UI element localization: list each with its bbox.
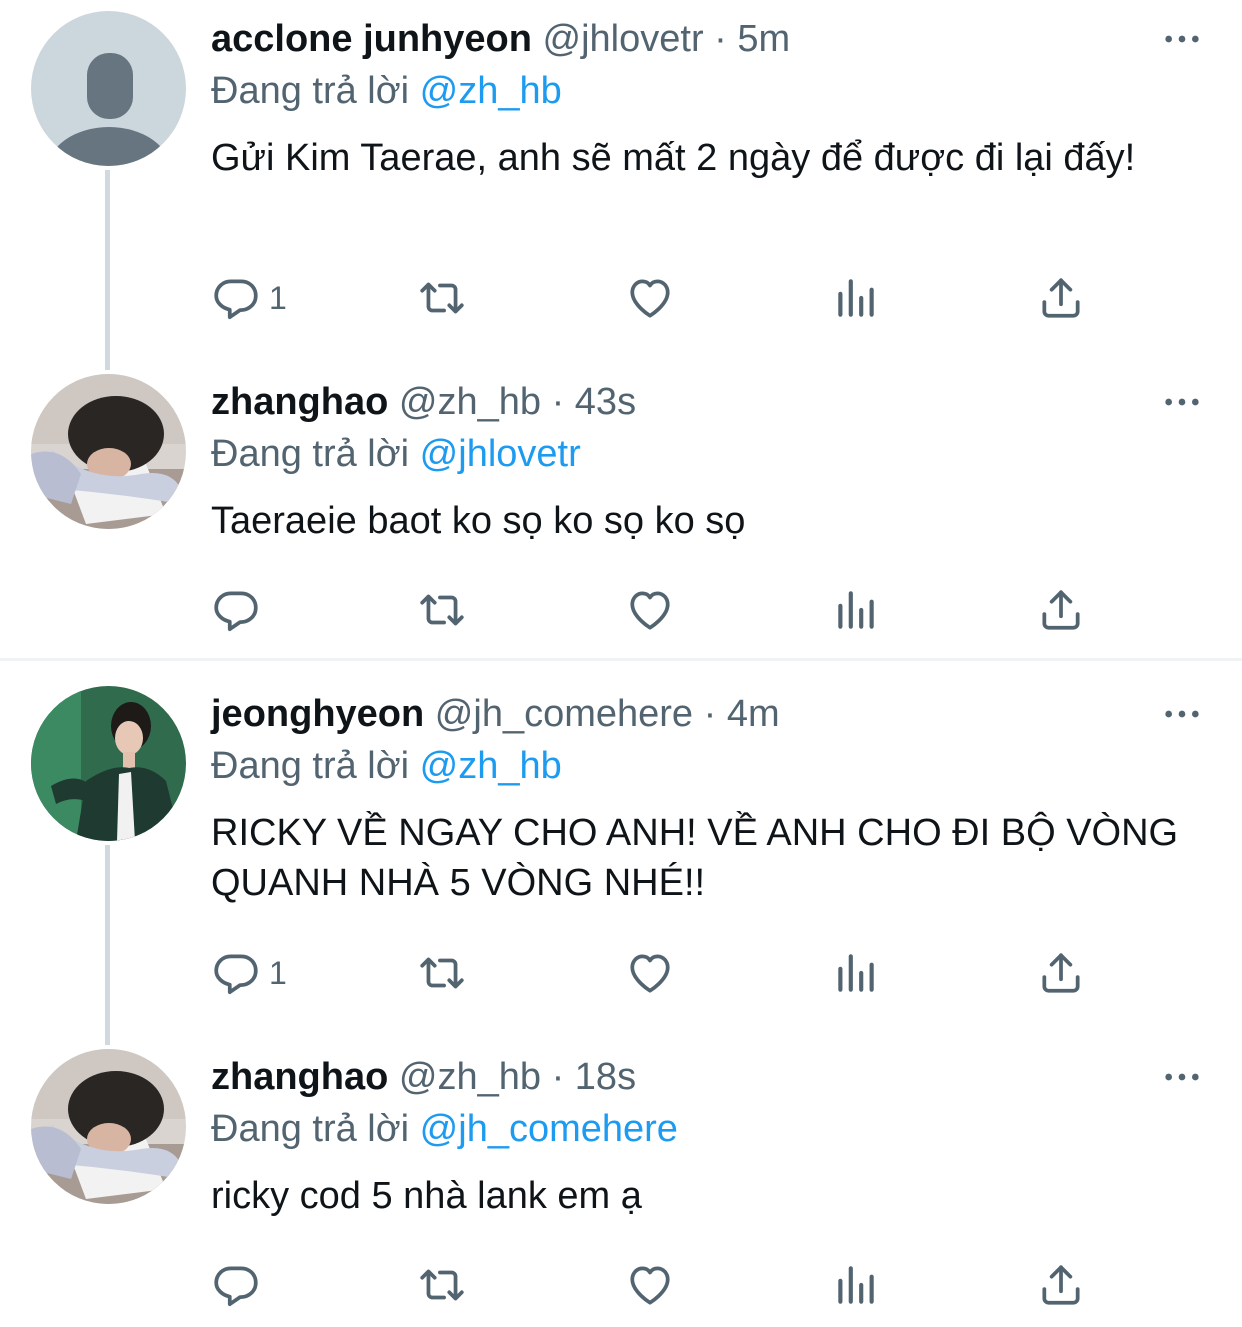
share-icon: [1036, 948, 1086, 998]
retweet-icon: [417, 585, 467, 635]
handle[interactable]: @jh_comehere: [435, 693, 693, 735]
like-button[interactable]: [625, 268, 675, 328]
timestamp[interactable]: 4m: [727, 693, 780, 735]
reply-button[interactable]: 1: [211, 268, 287, 328]
reply-button[interactable]: 1: [211, 943, 287, 1003]
display-name[interactable]: acclone junhyeon: [211, 18, 532, 60]
reply-mention-link[interactable]: @jh_comehere: [420, 1108, 678, 1150]
tweet-text: RICKY VỀ NGAY CHO ANH! VỀ ANH CHO ĐI BỘ …: [211, 812, 1179, 904]
replying-to: Đang trả lời @zh_hb: [211, 65, 1202, 117]
share-icon: [1036, 1260, 1086, 1310]
tweet-text: Gửi Kim Taerae, anh sẽ mất 2 ngày để đượ…: [211, 137, 1136, 179]
separator-dot: ·: [551, 381, 565, 423]
user-photo-icon: [31, 1049, 186, 1204]
timestamp[interactable]: 5m: [737, 18, 790, 60]
retweet-icon: [417, 948, 467, 998]
thread-connector: [105, 845, 110, 1045]
reply-mention-link[interactable]: @jhlovetr: [420, 433, 581, 475]
separator-dot: ·: [703, 693, 717, 735]
timestamp[interactable]: 18s: [575, 1056, 636, 1098]
avatar[interactable]: [31, 11, 186, 166]
replying-to: Đang trả lời @jh_comehere: [211, 1103, 1202, 1155]
handle[interactable]: @zh_hb: [399, 1056, 541, 1098]
replying-to-label: Đang trả lời: [211, 745, 410, 787]
like-icon: [625, 948, 675, 998]
analytics-icon: [831, 585, 881, 635]
like-icon: [625, 273, 675, 323]
user-photo-icon: [31, 686, 186, 841]
tweet-actions: 1: [211, 943, 1111, 1003]
share-icon: [1036, 585, 1086, 635]
replying-to-label: Đang trả lời: [211, 433, 410, 475]
reply-count: 1: [269, 279, 287, 316]
retweet-button[interactable]: [417, 580, 467, 640]
timestamp[interactable]: 43s: [575, 381, 636, 423]
more-icon[interactable]: [1162, 395, 1202, 409]
reply-button[interactable]: [211, 580, 269, 640]
replying-to: Đang trả lời @jhlovetr: [211, 428, 1202, 480]
more-icon[interactable]: [1162, 707, 1202, 721]
analytics-icon: [831, 1260, 881, 1310]
share-button[interactable]: [1036, 1255, 1086, 1315]
replying-to-label: Đang trả lời: [211, 1108, 410, 1150]
handle[interactable]: @zh_hb: [399, 381, 541, 423]
reply-mention-link[interactable]: @zh_hb: [420, 70, 562, 112]
retweet-button[interactable]: [417, 1255, 467, 1315]
avatar[interactable]: [31, 1049, 186, 1204]
share-button[interactable]: [1036, 580, 1086, 640]
retweet-icon: [417, 1260, 467, 1310]
avatar[interactable]: [31, 374, 186, 529]
tweet-actions: [211, 1255, 1111, 1315]
share-icon: [1036, 273, 1086, 323]
retweet-icon: [417, 273, 467, 323]
like-button[interactable]: [625, 943, 675, 1003]
user-photo-icon: [31, 374, 186, 529]
like-icon: [625, 1260, 675, 1310]
more-icon[interactable]: [1162, 32, 1202, 46]
tweet-actions: 1: [211, 268, 1111, 328]
display-name[interactable]: zhanghao: [211, 1056, 388, 1098]
analytics-icon: [831, 948, 881, 998]
separator-dot: ·: [551, 1056, 565, 1098]
more-icon[interactable]: [1162, 1070, 1202, 1084]
reply-button[interactable]: [211, 1255, 269, 1315]
like-button[interactable]: [625, 580, 675, 640]
reply-icon: [211, 1260, 261, 1310]
display-name[interactable]: zhanghao: [211, 381, 388, 423]
analytics-button[interactable]: [831, 268, 881, 328]
default-avatar-icon: [31, 11, 186, 166]
replying-to-label: Đang trả lời: [211, 70, 410, 112]
tweet-text: Taeraeie baot ko sọ ko sọ ko sọ: [211, 500, 746, 542]
analytics-icon: [831, 273, 881, 323]
analytics-button[interactable]: [831, 580, 881, 640]
separator-dot: ·: [714, 18, 727, 60]
reply-icon: [211, 273, 261, 323]
retweet-button[interactable]: [417, 943, 467, 1003]
like-icon: [625, 585, 675, 635]
share-button[interactable]: [1036, 268, 1086, 328]
thread-separator: [0, 658, 1242, 661]
display-name[interactable]: jeonghyeon: [211, 693, 424, 735]
share-button[interactable]: [1036, 943, 1086, 1003]
like-button[interactable]: [625, 1255, 675, 1315]
thread-connector: [105, 170, 110, 370]
avatar[interactable]: [31, 686, 186, 841]
replying-to: Đang trả lời @zh_hb: [211, 740, 1202, 792]
handle[interactable]: @jhlovetr: [543, 18, 704, 60]
reply-mention-link[interactable]: @zh_hb: [420, 745, 562, 787]
retweet-button[interactable]: [417, 268, 467, 328]
tweet-actions: [211, 580, 1111, 640]
reply-icon: [211, 948, 261, 998]
tweet-text: ricky cod 5 nhà lank em ạ: [211, 1175, 642, 1217]
reply-count: 1: [269, 954, 287, 991]
reply-icon: [211, 585, 261, 635]
analytics-button[interactable]: [831, 1255, 881, 1315]
analytics-button[interactable]: [831, 943, 881, 1003]
